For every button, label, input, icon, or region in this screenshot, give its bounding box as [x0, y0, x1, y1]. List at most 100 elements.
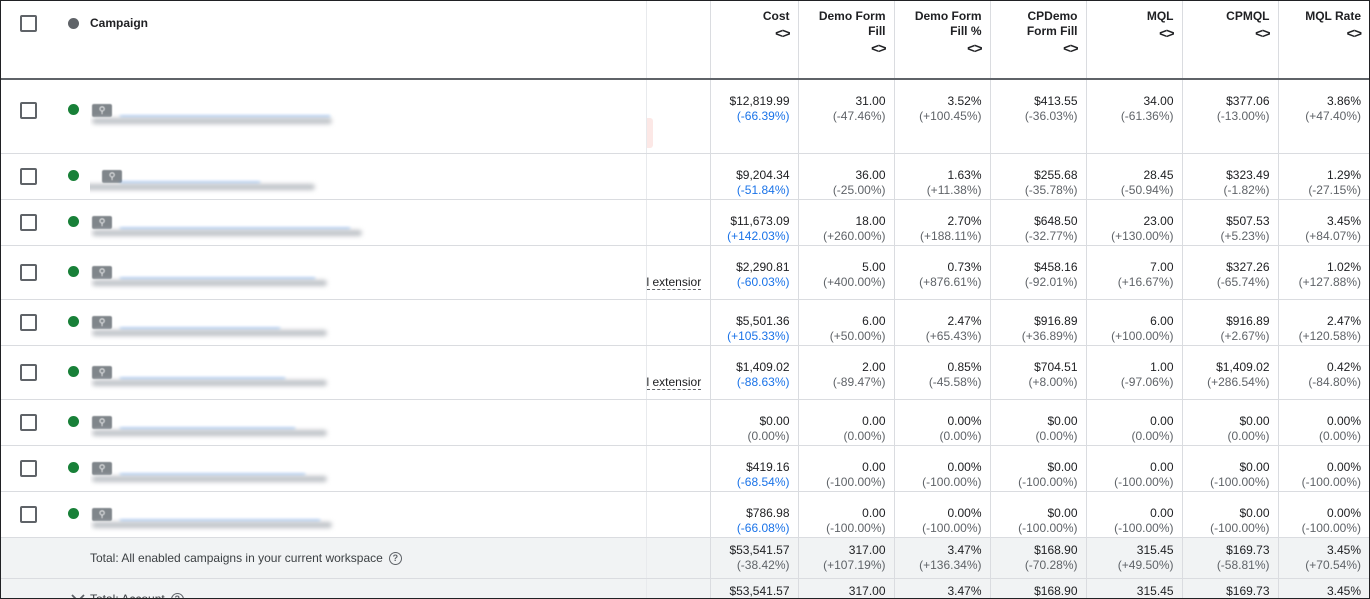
- enabled-status-dot-icon[interactable]: [67, 416, 79, 427]
- metric-value: 0.00: [1150, 460, 1174, 474]
- metric-value: $1,409.02: [1216, 360, 1270, 374]
- campaign-name-link[interactable]: [120, 463, 305, 475]
- enabled-status-dot-icon[interactable]: [67, 366, 79, 377]
- metric-value: 2.47%: [1326, 314, 1361, 328]
- enabled-status-dot-icon[interactable]: [67, 508, 79, 519]
- metric-cell-cp-demo-form-fill: $0.00 (0.00%): [989, 399, 1086, 446]
- sort-arrows-icon[interactable]: <>: [1091, 25, 1174, 41]
- enabled-status-dot-icon[interactable]: [67, 462, 79, 473]
- column-header-label-mql: MQL: [1146, 9, 1174, 23]
- metric-change: (0.00%): [843, 429, 886, 443]
- metric-value: 0.00%: [947, 414, 982, 428]
- metric-change: (+188.11%): [920, 229, 982, 243]
- row-status-cell: [56, 299, 90, 346]
- metric-change[interactable]: (-88.63%): [715, 375, 790, 390]
- enabled-status-dot-icon[interactable]: [67, 216, 79, 227]
- metric-change[interactable]: (-60.03%): [715, 275, 790, 290]
- metric-cell-demo-form-fill: 317.00(+107.19%): [797, 537, 894, 579]
- metric-change: (-35.78%): [1024, 183, 1078, 197]
- campaign-name-link[interactable]: [120, 217, 350, 229]
- row-select-cell: [1, 399, 56, 446]
- row-checkbox[interactable]: [20, 168, 37, 185]
- metric-change: (+400.00%): [823, 275, 886, 289]
- metric-change: (0.00%): [939, 429, 982, 443]
- row-checkbox[interactable]: [20, 264, 37, 281]
- enabled-status-dot-icon[interactable]: [67, 266, 79, 277]
- row-checkbox[interactable]: [20, 506, 37, 523]
- help-icon[interactable]: ?: [170, 593, 184, 598]
- total-label: Total: All enabled campaigns in your cur…: [90, 551, 383, 565]
- metric-change[interactable]: (-68.54%): [715, 475, 790, 490]
- row-status-cell: [56, 445, 90, 492]
- metric-change[interactable]: (-51.84%): [715, 183, 790, 198]
- metric-value: $2,290.81: [736, 260, 790, 274]
- campaign-name-link[interactable]: [120, 367, 285, 379]
- sort-arrows-icon[interactable]: <>: [715, 25, 790, 41]
- campaign-name-link[interactable]: [120, 317, 280, 329]
- row-checkbox[interactable]: [20, 414, 37, 431]
- enabled-status-dot-icon[interactable]: [67, 316, 79, 327]
- metric-value: 3.52%: [947, 94, 982, 108]
- total-label-cell: Total: Account?: [90, 578, 646, 598]
- column-header-cpmql[interactable]: CPMQL <>: [1181, 1, 1278, 80]
- column-header-cost[interactable]: Cost <>: [709, 1, 798, 80]
- campaign-name-link[interactable]: [120, 171, 260, 183]
- sort-arrows-icon[interactable]: <>: [803, 40, 886, 56]
- help-icon[interactable]: ?: [388, 552, 402, 566]
- metric-value: 317.00: [848, 543, 886, 557]
- metric-change[interactable]: (+142.03%): [715, 229, 789, 244]
- metric-change: (+50.00%): [829, 329, 886, 343]
- row-checkbox[interactable]: [20, 314, 37, 331]
- metric-change: (-70.28%): [1024, 558, 1078, 572]
- extension-cell: [645, 399, 710, 446]
- extension-link[interactable]: l extensior: [647, 375, 702, 390]
- sort-arrows-icon[interactable]: <>: [1283, 25, 1362, 41]
- column-header-demo-form-fill[interactable]: Demo Form Fill <>: [797, 1, 894, 80]
- metric-change[interactable]: (-66.08%): [715, 521, 790, 536]
- metric-change: (-58.81%): [1216, 558, 1270, 572]
- metric-value: 0.85%: [947, 360, 982, 374]
- sort-arrows-icon[interactable]: <>: [1187, 25, 1270, 41]
- metric-cell-demo-form-fill: 2.00 (-89.47%): [797, 345, 894, 400]
- metric-change: (-50.94%): [1120, 183, 1174, 197]
- expand-chevron-icon[interactable]: [70, 590, 86, 598]
- campaign-name-link[interactable]: [120, 509, 320, 521]
- column-header-cp-demo-form-fill[interactable]: CPDemo Form Fill <>: [989, 1, 1086, 80]
- sort-arrows-icon[interactable]: <>: [995, 40, 1078, 56]
- metric-change[interactable]: (+105.33%): [715, 329, 789, 344]
- row-select-cell: [1, 245, 56, 300]
- total-spacer: [645, 578, 710, 598]
- status-dot-icon[interactable]: [67, 18, 79, 29]
- metric-value: $12,819.99: [729, 94, 790, 108]
- row-checkbox[interactable]: [20, 460, 37, 477]
- metric-cell-cost: $53,541.57(-38.42%): [709, 578, 798, 598]
- row-checkbox[interactable]: [20, 102, 37, 119]
- row-checkbox[interactable]: [20, 214, 37, 231]
- campaign-name-cell: ⚲: [90, 199, 646, 246]
- column-header-demo-form-fill-rate[interactable]: Demo Form Fill % <>: [893, 1, 990, 80]
- column-header-mql[interactable]: MQL <>: [1085, 1, 1182, 80]
- metric-cell-cost: $11,673.09 (+142.03%): [709, 199, 798, 246]
- metric-change: (-45.58%): [928, 375, 982, 389]
- campaign-column-header[interactable]: Campaign: [90, 1, 646, 80]
- column-header-mql-rate[interactable]: MQL Rate <>: [1277, 1, 1369, 80]
- extension-link[interactable]: l extensior: [647, 275, 702, 290]
- metric-value: 31.00: [855, 94, 886, 108]
- enabled-status-dot-icon[interactable]: [67, 104, 79, 115]
- metric-change: (-36.03%): [1024, 109, 1078, 123]
- campaign-name-cell: ⚲: [90, 399, 646, 446]
- row-checkbox[interactable]: [20, 364, 37, 381]
- campaign-name-link[interactable]: [120, 417, 295, 429]
- table-row: ⚲ l extensior $1,409.02 (-88.63%) 2.00 (-89.4…: [1, 345, 1369, 400]
- metric-change: (+5.23%): [1220, 229, 1270, 243]
- select-all-checkbox[interactable]: [20, 15, 37, 32]
- enabled-status-dot-icon[interactable]: [67, 170, 79, 181]
- total-spacer: [645, 537, 710, 579]
- metric-change[interactable]: (-66.39%): [715, 109, 790, 124]
- campaign-name-link[interactable]: [120, 105, 330, 117]
- header-spacer: [645, 1, 710, 80]
- sort-arrows-icon[interactable]: <>: [899, 40, 982, 56]
- metric-cell-mql: 0.00 (0.00%): [1085, 399, 1182, 446]
- metric-value: 36.00: [855, 168, 886, 182]
- campaign-name-link[interactable]: [120, 267, 315, 279]
